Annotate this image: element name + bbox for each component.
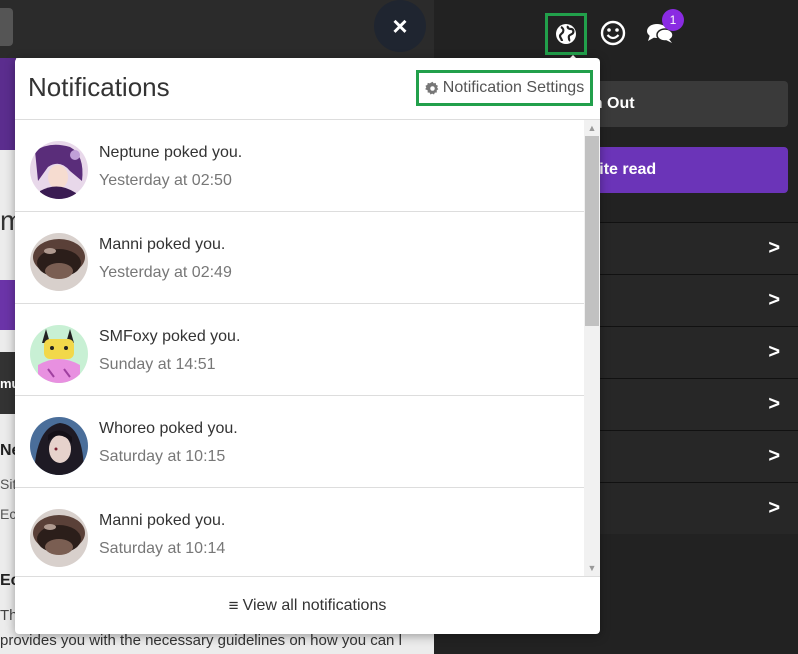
background-text-fragment: Sit [0,476,16,492]
notification-scrollbar[interactable]: ▲ ▼ [584,120,600,576]
background-purple-bar [0,280,16,330]
avatar [30,141,88,199]
background-heading-fragment: m [0,205,16,236]
notifications-button[interactable] [545,13,587,55]
notification-message: Manni poked you. [99,236,226,253]
chevron-right-icon: > [768,289,780,311]
gear-icon [424,81,439,94]
view-all-label: View all notifications [242,596,387,614]
notification-message: SMFoxy poked you. [99,328,241,345]
notification-settings-label: Notification Settings [442,79,585,96]
chevron-right-icon: > [768,445,780,467]
background-text-fragment: Ec [0,506,16,522]
message-count-badge: 1 [662,9,684,31]
popup-title: Notifications [28,72,170,102]
notification-list: Neptune poked you. Yesterday at 02:50 Ma… [15,120,584,576]
chevron-right-icon: > [768,393,780,415]
scroll-down-arrow-icon[interactable]: ▼ [584,560,600,576]
list-icon: ≡ [228,595,239,615]
notification-time: Yesterday at 02:49 [99,264,232,281]
background-search-field [0,8,13,46]
scroll-up-arrow-icon[interactable]: ▲ [584,120,600,136]
notification-settings-link[interactable]: Notification Settings [416,70,593,106]
notification-item[interactable]: Manni poked you. Saturday at 10:14 [15,488,584,576]
notification-message: Whoreo poked you. [99,420,238,437]
popup-header: Notifications Notification Settings [15,58,600,120]
avatar [30,233,88,291]
notification-item[interactable]: SMFoxy poked you. Sunday at 14:51 [15,304,584,396]
chevron-right-icon: > [768,237,780,259]
notification-item[interactable]: Manni poked you. Yesterday at 02:49 [15,212,584,304]
avatar [30,325,88,383]
notification-time: Yesterday at 02:50 [99,172,232,189]
notification-item[interactable]: Whoreo poked you. Saturday at 10:15 [15,396,584,488]
globe-icon [556,24,576,44]
background-text-fragment: Ne [0,442,16,459]
background-dark-block: mu [0,352,16,414]
reactions-button[interactable] [594,14,632,52]
chevron-right-icon: > [768,341,780,363]
background-paragraph: provides you with the necessary guidelin… [0,632,402,649]
close-button[interactable]: × [374,0,426,52]
close-icon: × [392,10,408,41]
notification-item[interactable]: Neptune poked you. Yesterday at 02:50 [15,120,584,212]
background-text-fragment: Th [0,607,16,624]
notification-message: Manni poked you. [99,512,226,529]
smile-icon [600,20,626,46]
notification-time: Sunday at 14:51 [99,356,216,373]
view-all-notifications-link[interactable]: ≡ View all notifications [15,576,600,634]
avatar [30,509,88,567]
notifications-popup: Notifications Notification Settings Nept… [15,58,600,634]
scrollbar-thumb[interactable] [585,136,599,326]
notification-time: Saturday at 10:15 [99,448,226,465]
chevron-right-icon: > [768,497,780,519]
avatar [30,417,88,475]
background-topbar [0,0,434,58]
notification-time: Saturday at 10:14 [99,540,226,557]
notification-message: Neptune poked you. [99,144,243,161]
background-text-fragment: Ec [0,572,16,589]
background-banner [0,58,16,150]
